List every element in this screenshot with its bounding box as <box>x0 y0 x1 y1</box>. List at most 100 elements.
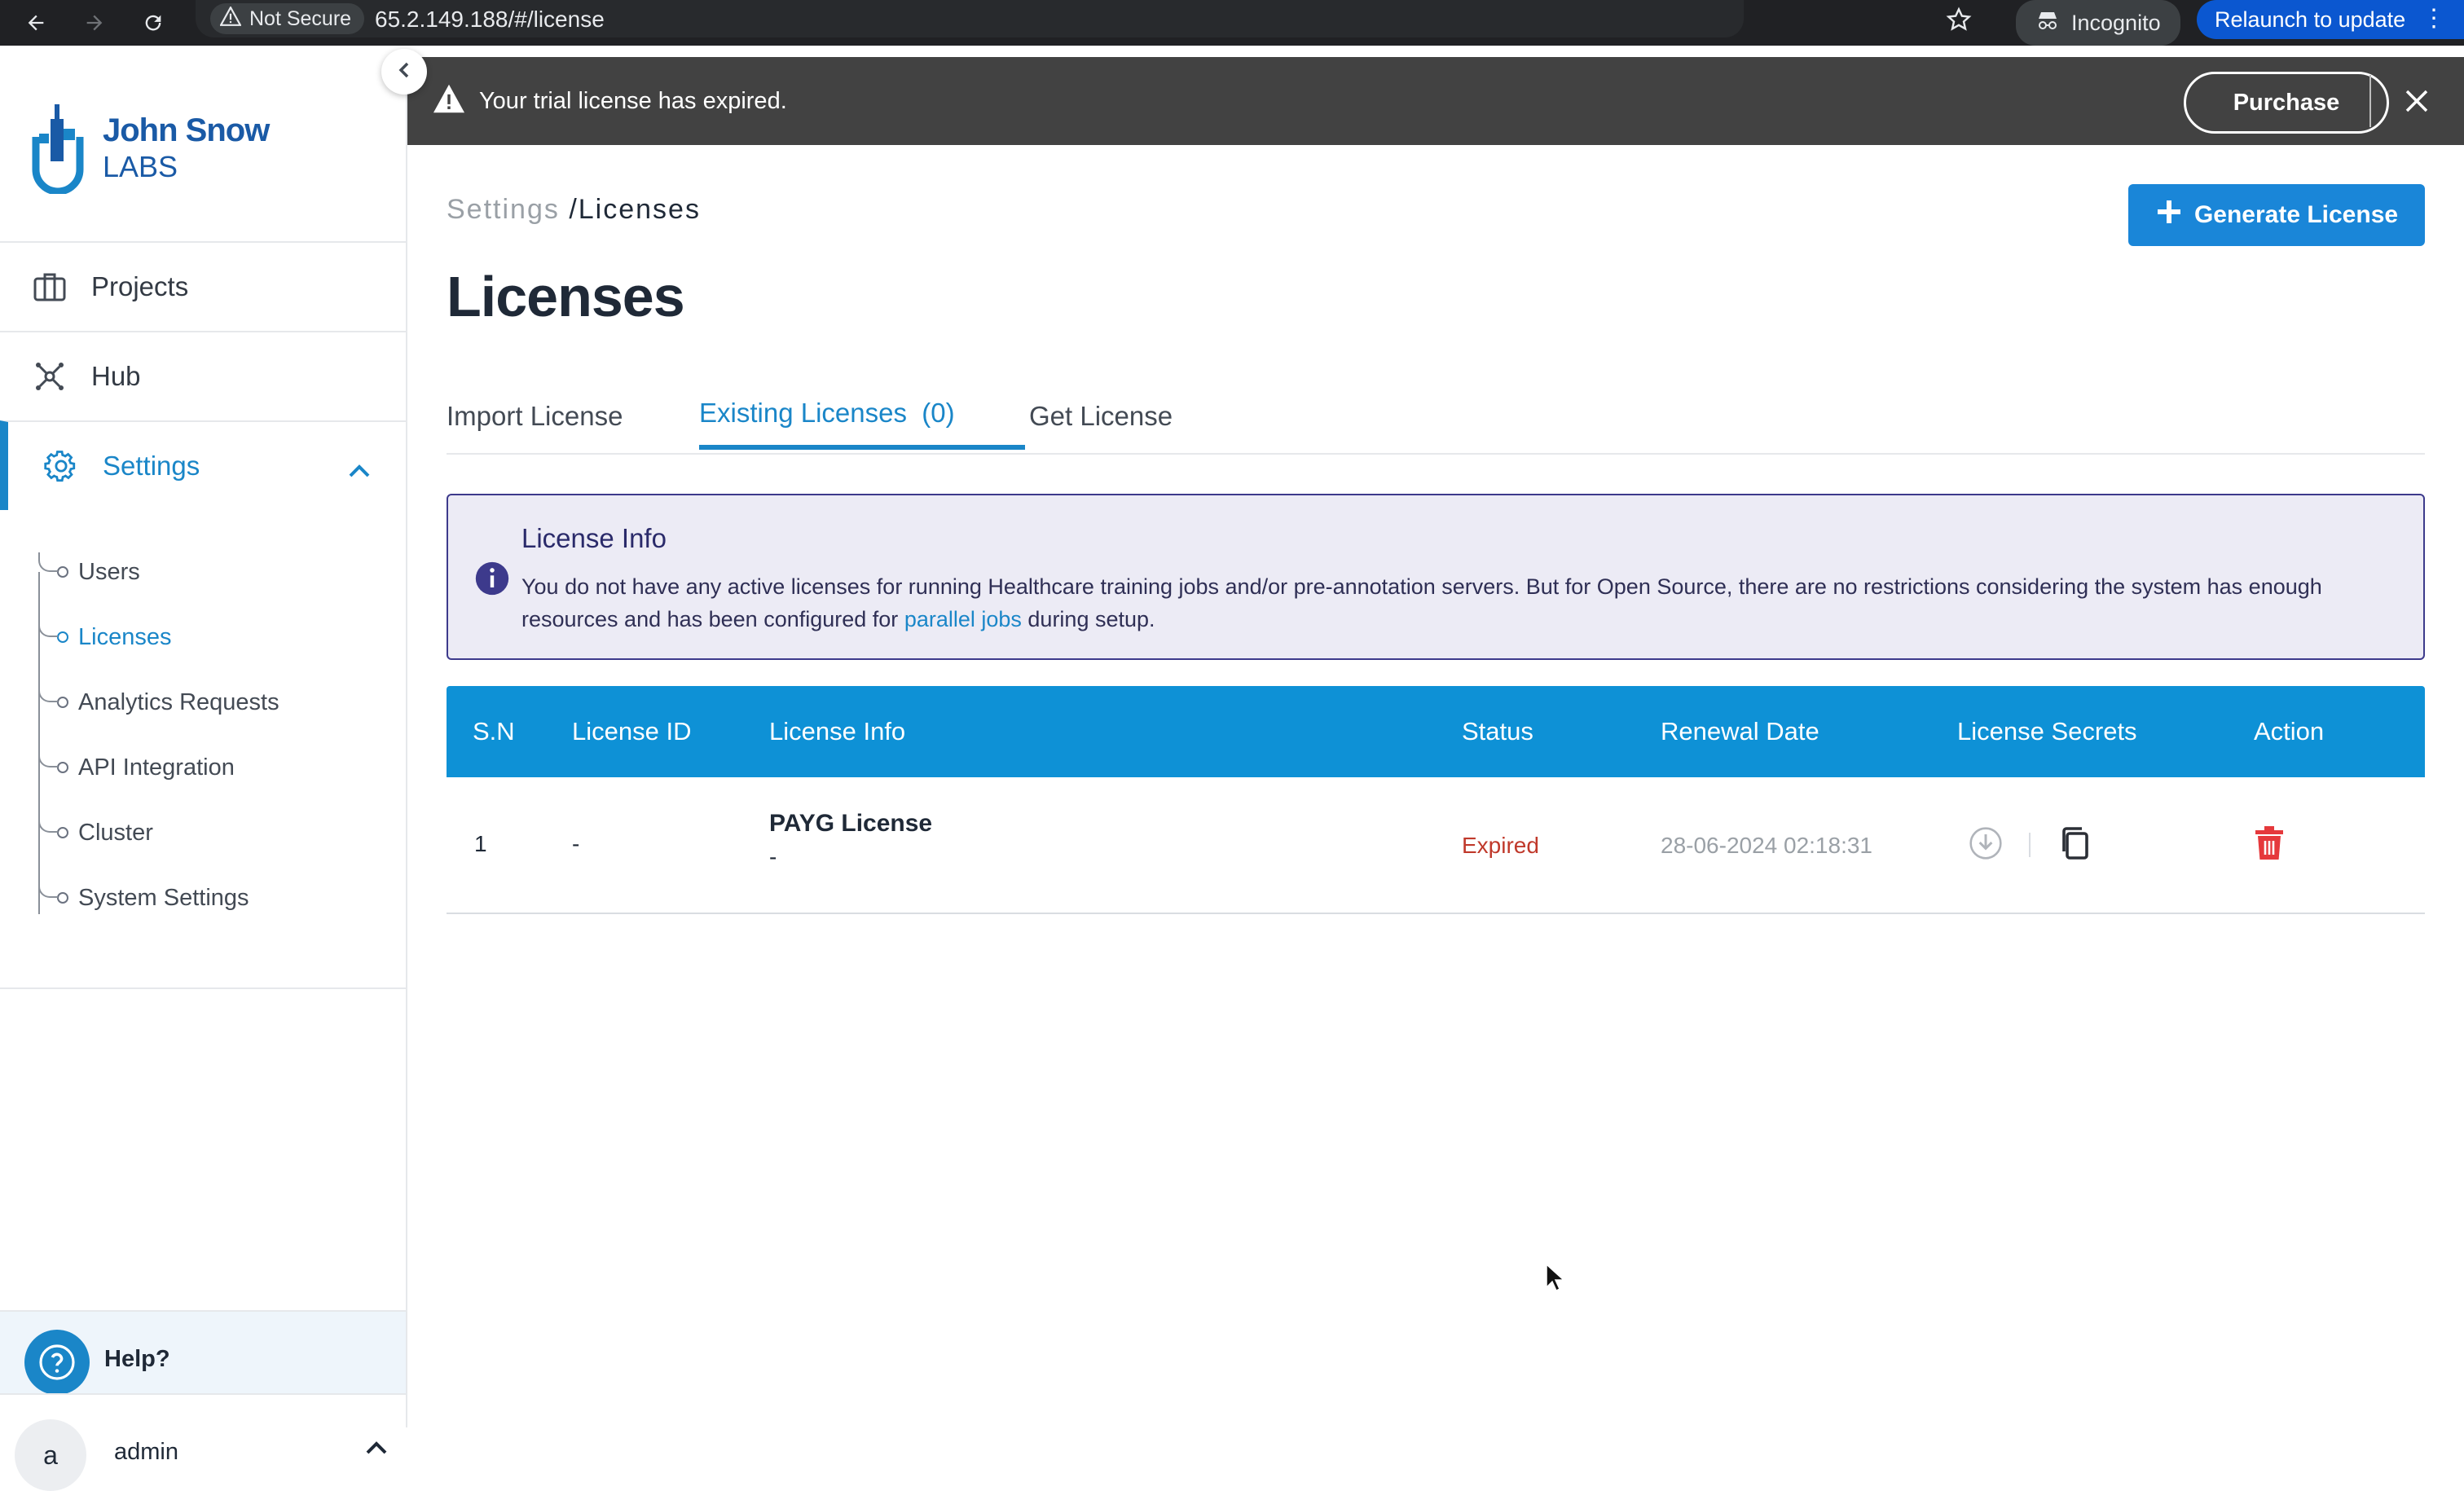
collapse-sidebar-button[interactable] <box>381 49 427 95</box>
bullet-icon <box>57 566 68 578</box>
submenu-label: Cluster <box>78 819 153 846</box>
tab-import-license[interactable]: Import License <box>447 401 623 453</box>
user-menu[interactable]: a admin <box>0 1393 406 1491</box>
info-text-part: during setup. <box>1021 607 1155 631</box>
cell-license-subinfo: - <box>769 844 777 869</box>
purchase-button[interactable]: Purchase <box>2184 72 2389 134</box>
cell-license-name: PAYG License <box>769 810 933 837</box>
submenu-label: Licenses <box>78 623 172 650</box>
avatar: a <box>15 1419 86 1491</box>
close-icon[interactable] <box>2399 83 2435 119</box>
submenu-item-api-integration[interactable]: API Integration <box>38 748 235 784</box>
copy-icon[interactable] <box>2055 823 2096 864</box>
browser-toolbar: Not Secure 65.2.149.188/#/license Incogn… <box>0 0 2464 46</box>
submenu-label: Analytics Requests <box>78 688 279 715</box>
banner-message: Your trial license has expired. <box>479 88 787 114</box>
cell-sn: 1 <box>474 831 487 856</box>
status-badge: Expired <box>1462 833 1539 858</box>
brand-name: John Snow <box>103 112 270 148</box>
chevron-up-icon[interactable] <box>347 455 372 486</box>
sidebar-item-label: Projects <box>91 271 189 301</box>
reload-icon[interactable] <box>137 7 169 39</box>
incognito-label: Incognito <box>2071 10 2161 35</box>
relaunch-button[interactable]: Relaunch to update ⋮ <box>2197 0 2464 39</box>
kebab-menu-icon[interactable]: ⋮ <box>2422 7 2446 31</box>
briefcase-icon <box>29 272 70 301</box>
info-icon <box>474 561 510 600</box>
bullet-icon <box>57 762 68 773</box>
sidebar: John Snow LABS Projects Hub Settings Use… <box>0 57 407 1491</box>
info-text-part: You do not have any active licenses for … <box>521 574 2322 631</box>
help-question-icon <box>24 1330 90 1395</box>
warning-triangle-icon <box>432 83 466 118</box>
license-tabs: Import License Existing Licenses (0) Get… <box>447 393 2425 455</box>
incognito-icon <box>2035 10 2060 37</box>
submenu-item-licenses[interactable]: Licenses <box>38 618 172 653</box>
hub-network-icon <box>29 361 70 392</box>
breadcrumb: Settings /Licenses <box>447 194 701 226</box>
bullet-icon <box>57 827 68 838</box>
gear-icon <box>41 449 81 483</box>
sidebar-item-label: Settings <box>103 451 200 481</box>
page-title: Licenses <box>447 265 685 328</box>
help-label: Help? <box>104 1346 170 1372</box>
column-header-license-secrets: License Secrets <box>1957 717 2137 746</box>
info-text: You do not have any active licenses for … <box>521 570 2396 636</box>
column-header-action: Action <box>2254 717 2325 746</box>
warning-triangle-icon <box>219 5 242 32</box>
download-icon[interactable] <box>1965 823 2006 864</box>
brand-subtitle: LABS <box>103 150 178 183</box>
chevron-left-icon <box>396 60 412 84</box>
breadcrumb-separator: / <box>569 194 579 225</box>
cell-renewal-date: 28-06-2024 02:18:31 <box>1661 833 1872 858</box>
tab-existing-licenses[interactable]: Existing Licenses (0) <box>699 398 1025 450</box>
breadcrumb-current: Licenses <box>578 194 701 225</box>
back-arrow-icon[interactable] <box>20 7 52 39</box>
sidebar-item-hub[interactable]: Hub <box>0 331 406 420</box>
submenu-item-cluster[interactable]: Cluster <box>38 813 153 849</box>
bullet-icon <box>57 892 68 904</box>
chevron-up-icon[interactable] <box>365 1440 388 1459</box>
sidebar-item-projects[interactable]: Projects <box>0 241 406 331</box>
table-row: 1 - PAYG License - Expired 28-06-2024 02… <box>447 777 2425 914</box>
bullet-icon <box>57 697 68 708</box>
user-name: admin <box>114 1439 178 1465</box>
divider <box>0 987 406 989</box>
sidebar-item-settings[interactable]: Settings <box>0 420 406 510</box>
help-link[interactable]: Help? <box>0 1310 406 1395</box>
info-title: License Info <box>521 523 667 553</box>
url-text[interactable]: 65.2.149.188/#/license <box>375 7 605 33</box>
divider <box>2369 75 2371 127</box>
licenses-table: S.N License ID License Info Status Renew… <box>447 686 2425 914</box>
column-header-license-info: License Info <box>769 717 906 746</box>
column-header-renewal-date: Renewal Date <box>1661 717 1819 746</box>
column-header-license-id: License ID <box>572 717 692 746</box>
parallel-jobs-link[interactable]: parallel jobs <box>904 607 1022 631</box>
security-label: Not Secure <box>249 7 352 30</box>
bookmark-star-icon[interactable] <box>1943 3 1975 36</box>
submenu-item-analytics-requests[interactable]: Analytics Requests <box>38 683 279 719</box>
breadcrumb-settings-link[interactable]: Settings <box>447 194 560 225</box>
generate-license-button[interactable]: Generate License <box>2128 184 2425 246</box>
mouse-cursor-icon <box>1545 1263 1565 1296</box>
security-chip[interactable]: Not Secure <box>210 3 365 34</box>
forward-arrow-icon[interactable] <box>78 7 111 39</box>
submenu-item-users[interactable]: Users <box>38 552 140 588</box>
submenu-label: API Integration <box>78 754 235 781</box>
generate-license-label: Generate License <box>2193 201 2399 228</box>
tab-get-license[interactable]: Get License <box>1029 401 1173 453</box>
license-info-alert: License Info You do not have any active … <box>447 494 2425 660</box>
divider <box>2029 833 2031 857</box>
bullet-icon <box>57 631 68 643</box>
settings-submenu: Users Licenses Analytics Requests API In… <box>0 552 406 989</box>
submenu-item-system-settings[interactable]: System Settings <box>38 878 249 914</box>
trial-expired-banner: Your trial license has expired. Purchase <box>407 57 2464 145</box>
trash-delete-icon[interactable] <box>2249 823 2290 864</box>
relaunch-label: Relaunch to update <box>2215 7 2406 32</box>
john-snow-labs-logo[interactable]: John Snow LABS <box>29 81 290 196</box>
incognito-chip[interactable]: Incognito <box>2016 0 2180 46</box>
cell-license-id: - <box>572 831 580 856</box>
plus-icon <box>2155 198 2183 232</box>
sidebar-item-label: Hub <box>91 361 141 391</box>
column-header-sn: S.N <box>473 717 515 746</box>
